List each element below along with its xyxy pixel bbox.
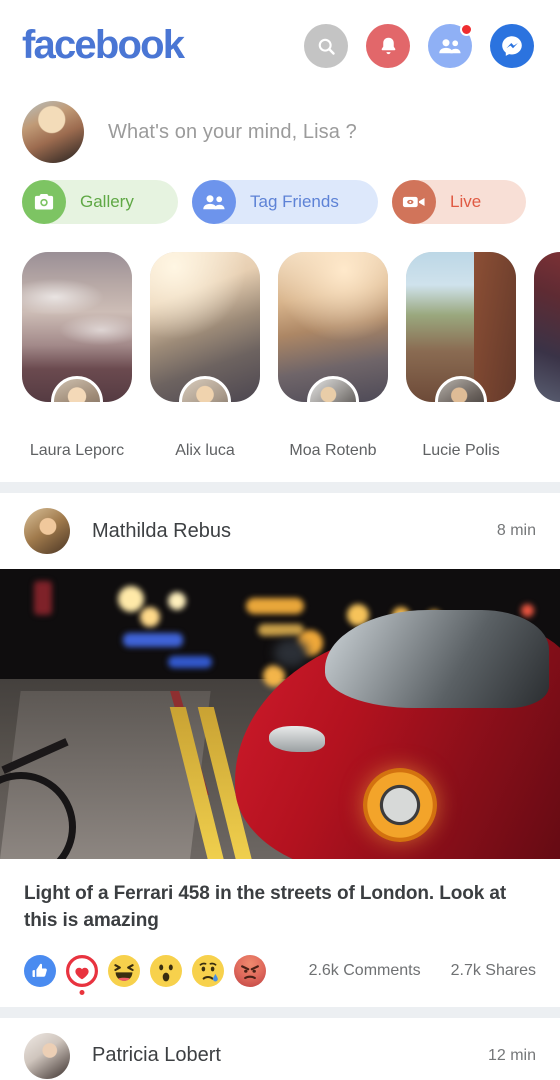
reaction-love[interactable] [66,954,98,995]
live-button[interactable]: Live [392,180,526,224]
notifications-button[interactable] [366,24,410,68]
reaction-sad[interactable] [192,954,224,987]
search-button[interactable] [304,24,348,68]
photo-icon [22,180,66,224]
post-image[interactable] [0,569,560,859]
story-card[interactable] [22,252,132,402]
story-item[interactable]: Lucie Polis [406,252,516,460]
friends-icon [439,39,461,54]
reaction-selected-indicator [79,989,85,995]
messenger-icon [502,36,522,56]
search-icon [318,38,335,55]
shares-count[interactable]: 2.7k Shares [451,962,536,980]
section-divider [0,1006,560,1018]
post-author-avatar[interactable] [24,1032,70,1079]
story-card[interactable] [534,252,560,402]
messenger-button[interactable] [490,24,534,68]
header-actions [304,23,534,68]
post-author-avatar[interactable] [24,508,70,554]
post-counts: 2.6k Comments 2.7k Shares [309,962,536,980]
story-item[interactable]: Moa Rotenb [278,252,388,460]
gallery-label: Gallery [80,192,134,211]
reaction-wow[interactable] [150,954,182,987]
story-name: Alix luca [175,442,235,459]
facebook-logo: facebook [22,23,185,67]
friend-requests-button[interactable] [428,23,473,68]
story-item[interactable]: Alix luca [150,252,260,460]
post-author-name[interactable]: Patricia Lobert [92,1044,221,1067]
tag-friends-label: Tag Friends [250,192,339,211]
reaction-like[interactable] [24,954,56,987]
story-name: Lucie Polis [422,442,500,459]
ferrari-taillight [362,767,437,842]
tag-friends-button[interactable]: Tag Friends [192,180,378,224]
story-card[interactable] [278,252,388,402]
app-header: facebook [0,0,560,92]
post-timestamp: 12 min [487,1046,536,1064]
facebook-feed-screen: facebook What's on your mind, Lisa ? Gal… [0,0,560,1080]
post-actions: 2.6k Comments 2.7k Shares [0,939,560,1007]
stories-carousel[interactable]: Laura Leporc Alix luca Moa Rotenb Lucie … [0,252,560,460]
friends-icon [192,180,236,224]
bell-icon [381,37,395,55]
comments-count[interactable]: 2.6k Comments [309,962,421,980]
post-card: Mathilda Rebus 8 min Light of a Ferrari … [0,493,560,1007]
composer-placeholder[interactable]: What's on your mind, Lisa ? [108,121,357,144]
stories-section: Laura Leporc Alix luca Moa Rotenb Lucie … [0,252,560,482]
reaction-angry[interactable] [234,954,266,987]
gallery-button[interactable]: Gallery [22,180,178,224]
story-item[interactable]: Laura Leporc [22,252,132,460]
reactions-row [24,954,266,995]
story-card[interactable] [406,252,516,402]
reaction-haha[interactable] [108,954,140,987]
section-divider [0,482,560,493]
post-caption: Light of a Ferrari 458 in the streets of… [24,883,507,931]
post-composer[interactable]: What's on your mind, Lisa ? [0,92,560,180]
live-label: Live [450,192,482,211]
story-name: Moa Rotenb [289,442,377,459]
post-header: Patricia Lobert 12 min [0,1018,560,1080]
ferrari-night-street-scene [0,569,560,859]
quick-actions: Gallery Tag Friends Live [0,180,560,252]
friend-requests-badge [460,23,473,36]
post-timestamp: 8 min [496,522,536,539]
post-card: Patricia Lobert 12 min [0,1017,560,1080]
current-user-avatar [22,101,84,163]
post-header: Mathilda Rebus 8 min [0,493,560,569]
post-author-name[interactable]: Mathilda Rebus [92,520,231,543]
story-thumbnail [534,252,560,402]
video-icon [392,180,436,224]
story-name: Laura Leporc [29,442,125,459]
story-card[interactable] [150,252,260,402]
story-item-partial[interactable] [534,252,560,460]
